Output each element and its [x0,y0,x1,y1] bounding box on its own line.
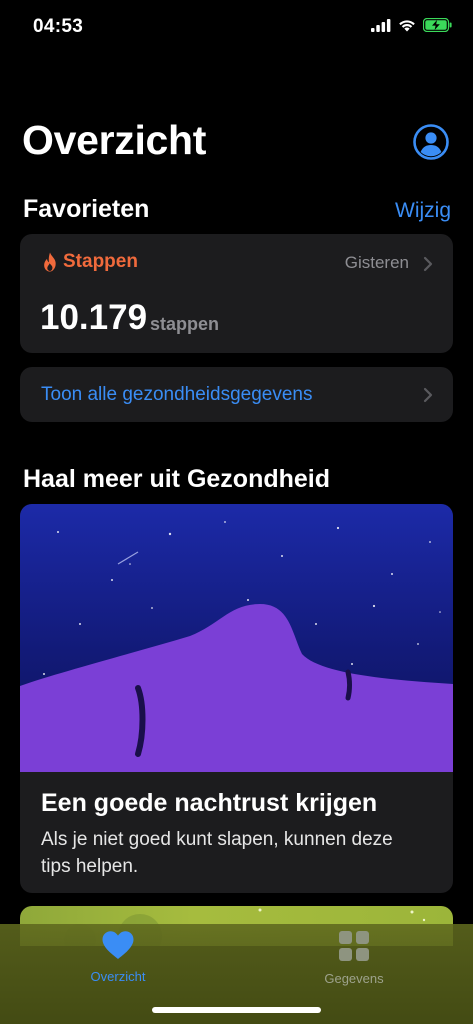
cellular-signal-icon [371,18,391,32]
tab-data-label: Gegevens [324,971,384,986]
sleep-article-illustration [20,504,453,772]
person-circle-icon [413,124,449,160]
article-title: Een goede nachtrust krijgen [41,789,378,817]
show-all-health-data-label: Toon alle gezondheidsgegevens [41,384,313,405]
steps-card-label: Stappen [63,251,138,272]
profile-button[interactable] [413,124,449,160]
tab-data[interactable]: Gegevens [294,930,414,986]
steps-card-title: Stappen [42,251,138,273]
edit-button[interactable]: Wijzig [395,199,451,223]
page-title: Overzicht [22,117,207,163]
tab-overview[interactable]: Overzicht [58,930,178,984]
steps-unit: stappen [150,314,220,334]
wifi-icon [399,19,415,31]
more-heading: Haal meer uit Gezondheid [23,465,331,493]
home-indicator [152,1007,321,1013]
status-icons [371,18,453,32]
steps-value: 10.179 [40,298,148,337]
chevron-right-icon [423,256,433,272]
flame-icon [44,252,56,272]
steps-card-date: Gisteren [344,253,409,272]
grid-icon [339,931,369,961]
heart-icon [102,931,134,959]
chevron-right-icon [423,387,433,403]
status-bar: 04:53 [0,0,473,56]
status-time: 04:53 [33,16,84,37]
tab-overview-label: Overzicht [90,969,146,984]
steps-favorite-card[interactable]: Stappen Gisteren 10.179 stappen [20,234,453,353]
show-all-health-data-button[interactable]: Toon alle gezondheidsgegevens [20,367,453,422]
article-subtitle: Als je niet goed kunt slapen, kunnen dez… [41,829,393,877]
battery-charging-icon [423,18,452,32]
favorites-heading: Favorieten [23,195,150,223]
sleep-article-card[interactable]: Een goede nachtrust krijgen Als je niet … [20,504,453,893]
